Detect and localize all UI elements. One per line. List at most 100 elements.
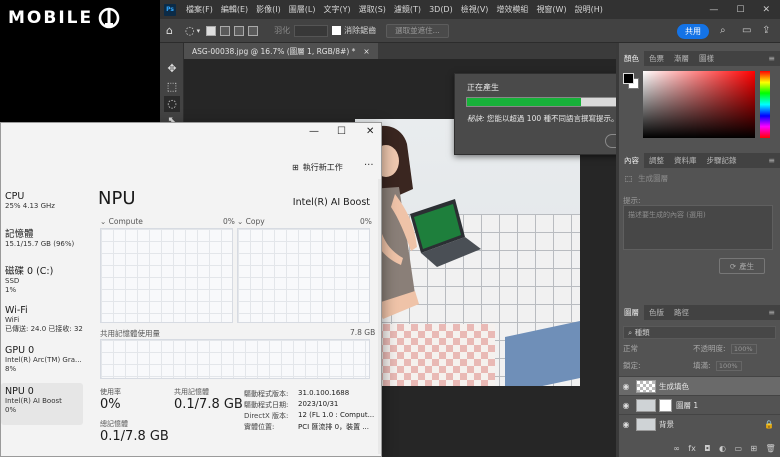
new-group-icon[interactable]: ▭ [734, 444, 742, 453]
document-tab[interactable]: ASG-00038.jpg @ 16.7% (圖層 1, RGB/8#) * × [184, 43, 378, 59]
tab-history[interactable]: 步驟記錄 [702, 153, 742, 168]
properties-header-label: 生成圖層 [638, 173, 669, 183]
layer-filter-select[interactable]: ⌕ 種類 [623, 326, 776, 339]
menu-edit[interactable]: 編輯(E) [217, 4, 252, 15]
menu-help[interactable]: 說明(H) [571, 4, 607, 15]
delete-layer-icon[interactable]: 🗑 [766, 444, 776, 453]
prompt-input[interactable]: 描述要生成的內容 (選用) [623, 205, 773, 250]
opacity-value[interactable]: 100% [730, 344, 757, 354]
add-mask-icon[interactable]: ◘ [704, 444, 710, 453]
color-picker-field[interactable] [643, 71, 755, 138]
compute-graph-label[interactable]: ⌄ Compute [100, 217, 143, 226]
layer-row[interactable]: ◉ 圖層 1 [619, 395, 780, 414]
directx-version-key: DirectX 版本: [244, 412, 289, 420]
adjustment-icon[interactable]: ◐ [719, 444, 726, 453]
run-new-task-button[interactable]: ⊞ 執行新工作 [292, 162, 343, 173]
blend-mode-select[interactable]: 正常 [623, 343, 638, 354]
home-icon[interactable]: ⌂ [166, 24, 173, 37]
sidebar-item-title: Wi-Fi [5, 305, 28, 316]
close-icon[interactable]: ✕ [762, 5, 770, 15]
sidebar-item-title: GPU 0 [5, 345, 35, 356]
device-name: Intel(R) AI Boost [292, 197, 370, 208]
more-options-icon[interactable]: ··· [364, 160, 374, 171]
layer-row[interactable]: ◉ 背景 🔒 [619, 414, 780, 433]
menu-window[interactable]: 視窗(W) [532, 4, 570, 15]
menu-plugins[interactable]: 增效模組 [492, 4, 532, 15]
sidebar-item-memory[interactable]: 記憶體 15.1/15.7 GB (96%) [1, 226, 83, 249]
menu-view[interactable]: 檢視(V) [457, 4, 493, 15]
eye-icon[interactable]: ◉ [619, 382, 633, 391]
link-layers-icon[interactable]: ∞ [673, 444, 680, 453]
document-tabs: ASG-00038.jpg @ 16.7% (圖層 1, RGB/8#) * × [184, 43, 616, 59]
new-layer-icon[interactable]: ⊞ [750, 444, 757, 453]
lasso-tool-icon[interactable]: ◌ [164, 96, 180, 112]
add-selection-icon[interactable] [220, 25, 231, 36]
maximize-icon[interactable]: ☐ [736, 5, 744, 15]
panel-menu-icon[interactable]: ≡ [768, 156, 780, 165]
tab-color[interactable]: 顏色 [619, 51, 644, 66]
fill-control[interactable]: 填滿: 100% [693, 360, 742, 371]
antialias-checkbox[interactable] [332, 26, 342, 35]
select-and-mask-button[interactable]: 選取並遮住... [386, 23, 449, 38]
chevron-down-icon[interactable]: ▾ [197, 27, 201, 35]
sidebar-item-wifi[interactable]: Wi-Fi WiFi 已傳送: 24.0 已接收: 32 [1, 305, 83, 334]
menu-image[interactable]: 影像(I) [252, 4, 285, 15]
lasso-tool-icon[interactable]: ◌ [185, 24, 195, 37]
minimize-icon[interactable]: — [309, 126, 319, 137]
layer-thumbnail [636, 417, 656, 431]
hue-slider[interactable] [760, 71, 770, 138]
fx-icon[interactable]: fx [688, 444, 696, 453]
new-selection-icon[interactable] [206, 25, 217, 36]
menu-type[interactable]: 文字(Y) [319, 4, 354, 15]
sidebar-item-gpu[interactable]: GPU 0 Intel(R) Arc(TM) Gra... 8% [1, 345, 83, 374]
tab-properties[interactable]: 內容 [619, 153, 644, 168]
move-tool-icon[interactable]: ✥ [164, 61, 180, 77]
fill-value[interactable]: 100% [715, 361, 742, 371]
generate-button[interactable]: ⟳ 產生 [719, 258, 765, 274]
workspace-icon[interactable]: ▭ [742, 25, 751, 36]
maximize-icon[interactable]: ☐ [337, 126, 346, 137]
copy-graph-label[interactable]: ⌄ Copy [237, 217, 265, 226]
sidebar-item-cpu[interactable]: CPU 25% 4.13 GHz [1, 191, 83, 211]
tab-gradients[interactable]: 漸層 [669, 51, 694, 66]
menu-select[interactable]: 選取(S) [355, 4, 390, 15]
subtract-selection-icon[interactable] [234, 25, 245, 36]
scrollbar[interactable] [378, 179, 381, 454]
eye-icon[interactable]: ◉ [619, 401, 633, 410]
tab-patterns[interactable]: 圖樣 [694, 51, 719, 66]
sidebar-item-npu[interactable]: NPU 0 Intel(R) AI Boost 0% [1, 383, 83, 425]
close-icon[interactable]: ✕ [366, 126, 374, 137]
tab-paths[interactable]: 路徑 [669, 305, 694, 320]
progress-title: 正在產生 [467, 83, 499, 92]
tab-swatches[interactable]: 色票 [644, 51, 669, 66]
marquee-tool-icon[interactable]: ⬚ [164, 79, 180, 95]
layer-row[interactable]: ◉ 生成填色 [619, 376, 780, 395]
menu-3d[interactable]: 3D(D) [425, 5, 457, 14]
menu-file[interactable]: 檔案(F) [182, 4, 217, 15]
search-icon[interactable]: ⌕ [720, 25, 726, 36]
eye-icon[interactable]: ◉ [619, 420, 633, 429]
panel-menu-icon[interactable]: ≡ [768, 308, 780, 317]
tab-libraries[interactable]: 資料庫 [669, 153, 702, 168]
tab-adjustments[interactable]: 調整 [644, 153, 669, 168]
document-photo[interactable] [355, 119, 580, 386]
menu-layer[interactable]: 圖層(L) [285, 4, 320, 15]
opacity-control[interactable]: 不透明度: 100% [693, 343, 757, 354]
foreground-color-swatch[interactable] [623, 73, 634, 84]
panel-menu-icon[interactable]: ≡ [768, 54, 780, 63]
share-button[interactable]: 共用 [677, 24, 709, 39]
minimize-icon[interactable]: — [709, 5, 718, 15]
opacity-label: 不透明度: [693, 344, 726, 353]
intersect-selection-icon[interactable] [248, 25, 259, 36]
run-task-label: 執行新工作 [302, 163, 343, 172]
layer-thumbnail [636, 398, 656, 412]
share-icon[interactable]: ⇪ [762, 25, 770, 36]
sidebar-item-disk[interactable]: 磁碟 0 (C:) SSD 1% [1, 263, 83, 295]
person-with-laptop-illustration [360, 125, 481, 319]
tab-layers[interactable]: 圖層 [619, 305, 644, 320]
menu-filter[interactable]: 濾鏡(T) [390, 4, 425, 15]
close-tab-icon[interactable]: × [363, 47, 369, 56]
photoshop-logo-icon: Ps [164, 3, 176, 16]
tab-channels[interactable]: 色版 [644, 305, 669, 320]
feather-input[interactable] [294, 24, 329, 37]
